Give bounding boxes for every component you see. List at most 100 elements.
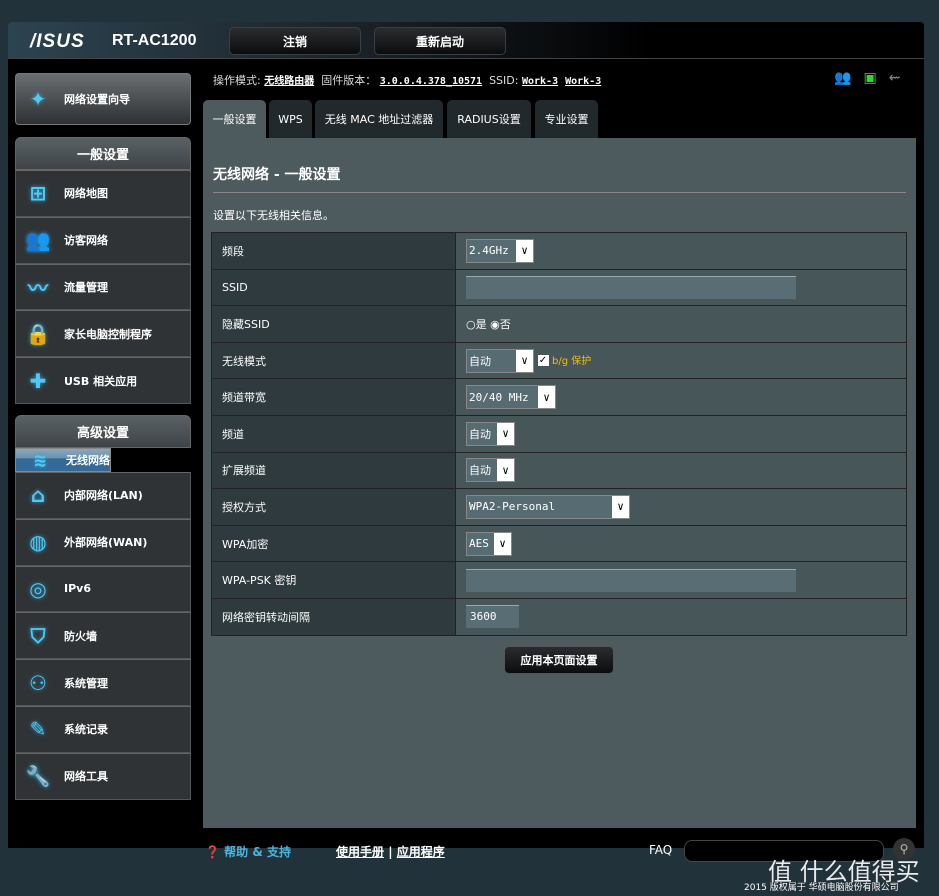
sidebar-item-network-map[interactable]: ⊞ 网络地图 [15, 170, 191, 217]
table-row: 网络密钥转动间隔 3600 [211, 597, 907, 636]
ext-value: 自动 [469, 464, 491, 478]
content-panel: 无线网络 - 一般设置 设置以下无线相关信息。 频段 2.4GHz ∨ SSID 隐… [203, 138, 916, 828]
settings-table: 频段 2.4GHz ∨ SSID 隐藏SSID ○是 ◉否 无线模式 自动 ∨ ✓ b/g… [211, 232, 907, 636]
sidebar-item-wireless[interactable]: ≋ 无线网络 [15, 448, 111, 472]
help-icon: ❓ [205, 845, 220, 859]
table-row: SSID [211, 268, 907, 307]
bg-protect-checkbox[interactable]: ✓ [537, 355, 549, 367]
bg-protect-label: b/g 保护 [552, 355, 592, 367]
chevron-down-icon: ∨ [497, 422, 514, 445]
sidebar-item-lan[interactable]: ⌂ 内部网络(LAN) [15, 472, 191, 519]
separator: | [388, 845, 393, 859]
key-rotation-input[interactable]: 3600 [466, 605, 519, 629]
puzzle-icon: ✚ [29, 368, 47, 393]
ch-value: 自动 [469, 427, 491, 441]
sidebar-item-tools[interactable]: 🔧 网络工具 [15, 752, 191, 800]
usb-icon[interactable]: ⇜ [889, 70, 901, 86]
asus-logo: /ISUS [30, 31, 85, 52]
network-status-icon[interactable]: ▣ [863, 70, 876, 86]
guest-network-icon: 👥 [25, 228, 51, 253]
hide-ssid-no-radio[interactable]: ◉ [490, 318, 500, 331]
auth-label: 授权方式 [211, 488, 456, 526]
logout-button[interactable]: 注销 [229, 27, 361, 55]
general-settings-menu: 一般设置 ⊞ 网络地图 👥 访客网络 〰 流量管理 🔒 家长电脑控制程序 ✚ USB 相关… [15, 137, 191, 404]
copyright: 2015 版权属于 华硕电脑股份有限公司 [744, 883, 899, 893]
label: 外部网络(WAN) [64, 536, 148, 550]
apps-link[interactable]: 应用程序 [397, 845, 445, 859]
psk-label: WPA-PSK 密钥 [211, 561, 456, 599]
network-map-icon: ⊞ [29, 181, 47, 206]
label: 网络地图 [64, 187, 108, 201]
sidebar-item-parental[interactable]: 🔒 家长电脑控制程序 [15, 310, 191, 358]
chevron-down-icon: ∨ [516, 239, 533, 262]
sidebar-item-wan[interactable]: ◍ 外部网络(WAN) [15, 518, 191, 566]
reboot-button[interactable]: 重新启动 [374, 27, 506, 55]
encryption-label: WPA加密 [211, 524, 456, 563]
status-icons: 👥 ▣ ⇜ [834, 70, 900, 86]
log-icon: ✎ [29, 717, 47, 742]
sidebar-item-traffic[interactable]: 〰 流量管理 [15, 263, 191, 311]
tab-wps[interactable]: WPS [269, 100, 312, 138]
sidebar-item-syslog[interactable]: ✎ 系统记录 [15, 705, 191, 753]
tab-general[interactable]: 一般设置 [203, 100, 266, 138]
divider [213, 192, 906, 193]
enc-value: AES [469, 537, 489, 551]
channel-select[interactable]: 自动 ∨ [466, 421, 515, 446]
chevron-down-icon: ∨ [538, 386, 555, 409]
wifi-icon: ≋ [33, 448, 47, 472]
ssid-link[interactable]: Work-3 [522, 76, 558, 87]
manual-link[interactable]: 使用手册 [336, 845, 384, 859]
table-row: 频段 2.4GHz ∨ [211, 232, 907, 270]
table-row: 无线模式 自动 ∨ ✓ b/g 保护 [211, 341, 907, 380]
shield-icon: ⛉ [30, 623, 46, 648]
wireless-mode-select[interactable]: 自动 ∨ [466, 348, 534, 373]
label: 防火墙 [64, 629, 97, 643]
auth-method-select[interactable]: WPA2-Personal ∨ [466, 494, 630, 519]
faq-label: FAQ [649, 843, 673, 857]
table-row: 频道带宽 20/40 MHz ∨ [211, 378, 907, 416]
label: 访客网络 [64, 234, 108, 248]
mode-value: 自动 [469, 354, 491, 368]
encryption-select[interactable]: AES ∨ [466, 531, 512, 556]
tab-professional[interactable]: 专业设置 [535, 100, 598, 138]
status-line: 操作模式: 无线路由器 固件版本： 3.0.0.4.378_10571 SSID… [213, 72, 601, 88]
ssid-input[interactable] [466, 275, 796, 299]
clients-icon[interactable]: 👥 [834, 70, 851, 86]
sidebar-item-firewall[interactable]: ⛉ 防火墙 [15, 612, 191, 660]
label: IPv6 [64, 582, 91, 596]
advanced-settings-menu: 高级设置 ≋ 无线网络 ⌂ 内部网络(LAN) ◍ 外部网络(WAN) ◎ IPv6 ⛉… [15, 415, 191, 800]
tab-mac-filter[interactable]: 无线 MAC 地址过滤器 [315, 100, 443, 138]
label: 家长电脑控制程序 [64, 327, 152, 341]
band-label: 频段 [211, 232, 456, 270]
setup-wizard-button[interactable]: ✦ 网络设置向导 [15, 73, 191, 125]
fw-label: 固件版本： [321, 74, 377, 87]
apply-button[interactable]: 应用本页面设置 [504, 646, 614, 674]
sidebar-item-guest-network[interactable]: 👥 访客网络 [15, 216, 191, 264]
label: 内部网络(LAN) [64, 489, 143, 503]
hide-ssid-yes-radio[interactable]: ○ [466, 318, 476, 331]
psk-input[interactable] [466, 568, 796, 592]
chevron-down-icon: ∨ [497, 459, 514, 482]
sidebar-item-admin[interactable]: ⚇ 系统管理 [15, 659, 191, 706]
op-mode-link[interactable]: 无线路由器 [264, 76, 314, 87]
sidebar-item-usb[interactable]: ✚ USB 相关应用 [15, 357, 191, 404]
bandwidth-select[interactable]: 20/40 MHz ∨ [466, 385, 556, 410]
channel-label: 频道 [211, 414, 456, 453]
ssid-link-2[interactable]: Work-3 [565, 76, 601, 87]
yes-label: 是 [475, 317, 487, 331]
table-row: WPA-PSK 密钥 [211, 561, 907, 599]
ext-channel-select[interactable]: 自动 ∨ [466, 458, 515, 483]
bw-value: 20/40 MHz [469, 390, 529, 404]
sidebar-item-ipv6[interactable]: ◎ IPv6 [15, 565, 191, 613]
key-rotation-label: 网络密钥转动间隔 [211, 597, 456, 636]
hide-ssid-label: 隐藏SSID [211, 305, 456, 343]
globe-icon: ◍ [29, 530, 47, 555]
ext-channel-label: 扩展频道 [211, 451, 456, 490]
table-row: 授权方式 WPA2-Personal ∨ [211, 488, 907, 526]
firmware-link[interactable]: 3.0.0.4.378_10571 [380, 76, 482, 87]
page-title: 无线网络 - 一般设置 [213, 167, 341, 183]
tab-radius[interactable]: RADIUS设置 [447, 100, 531, 138]
help-support-link[interactable]: ❓ 帮助 & 支持 [205, 843, 291, 860]
table-row: 频道 自动 ∨ [211, 414, 907, 453]
band-select[interactable]: 2.4GHz ∨ [466, 238, 534, 263]
